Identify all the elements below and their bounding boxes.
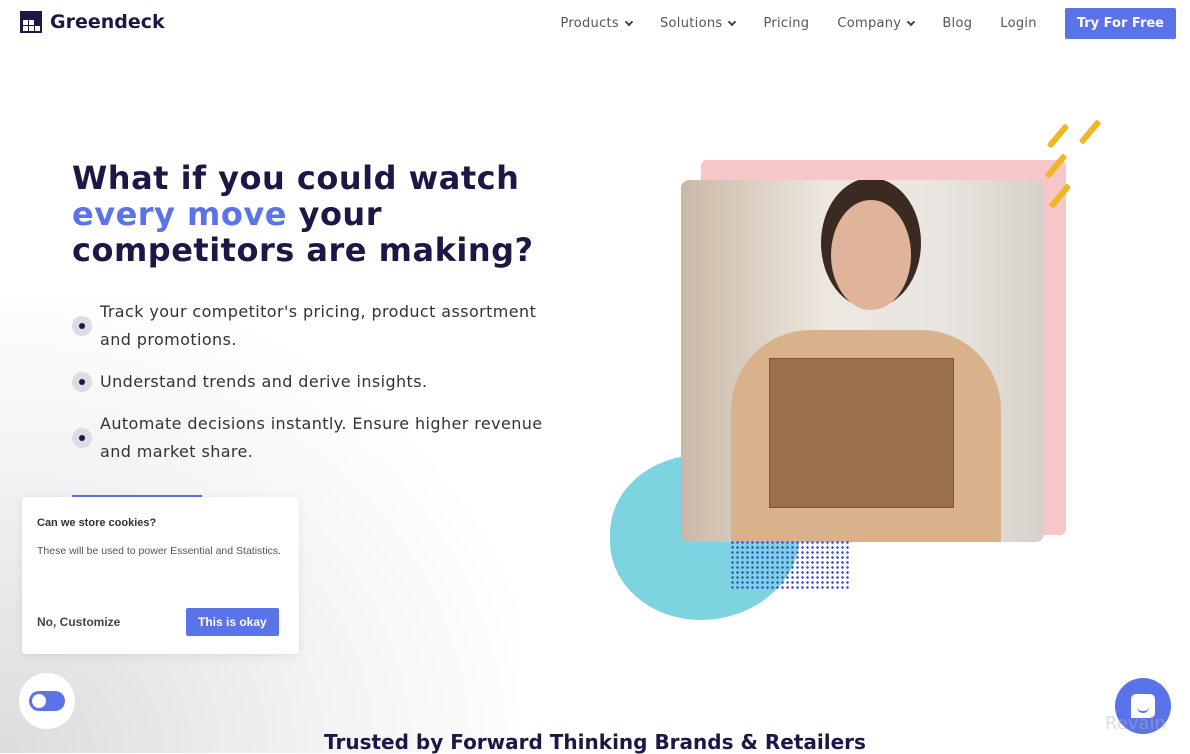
bullet-icon (72, 372, 92, 392)
hero-image (681, 180, 1044, 542)
nav-pricing[interactable]: Pricing (763, 16, 809, 31)
chevron-down-icon (907, 17, 916, 26)
bullet-icon (72, 316, 92, 336)
logo-icon (20, 11, 42, 33)
trusted-heading: Trusted by Forward Thinking Brands & Ret… (324, 730, 866, 754)
hero-title: What if you could watch every move your c… (72, 160, 592, 268)
nav-label: Company (837, 16, 902, 31)
cookie-banner: Can we store cookies? These will be used… (22, 497, 299, 654)
bullet-icon (72, 428, 92, 448)
customize-button[interactable]: No, Customize (37, 615, 120, 629)
list-item: Automate decisions instantly. Ensure hig… (72, 410, 572, 466)
nav-solutions[interactable]: Solutions (660, 16, 737, 31)
bullet-text: Understand trends and derive insights. (100, 372, 428, 391)
brand-name: Greendeck (50, 11, 165, 33)
logo[interactable]: Greendeck (20, 11, 165, 33)
title-part: What if you could watch (72, 159, 520, 197)
nav-label: Blog (942, 16, 973, 31)
top-nav: Greendeck Products Solutions Pricing Com… (0, 0, 1190, 46)
nav-label: Solutions (660, 16, 723, 31)
bullet-text: Track your competitor's pricing, product… (100, 302, 537, 349)
nav-blog[interactable]: Blog (942, 16, 972, 31)
cookie-toggle-button[interactable] (19, 673, 75, 729)
nav-menu: Products Solutions Pricing Company Blog … (560, 8, 1176, 39)
title-highlight: every move (72, 195, 287, 233)
nav-login[interactable]: Login (1000, 16, 1037, 31)
nav-label: Pricing (763, 16, 810, 31)
feature-list: Track your competitor's pricing, product… (72, 298, 572, 480)
nav-label: Products (560, 16, 619, 31)
bullet-text: Automate decisions instantly. Ensure hig… (100, 414, 543, 461)
try-for-free-button[interactable]: Try For Free (1064, 8, 1176, 39)
decor-stripes (1044, 118, 1105, 218)
chevron-down-icon (624, 17, 634, 26)
decor-dots (730, 540, 850, 590)
toggle-icon (29, 691, 65, 711)
cookie-title: Can we store cookies? (37, 517, 157, 529)
list-item: Track your competitor's pricing, product… (72, 298, 572, 354)
cookie-body: These will be used to power Essential an… (37, 545, 281, 557)
nav-company[interactable]: Company (837, 16, 916, 31)
chevron-down-icon (728, 17, 737, 26)
list-item: Understand trends and derive insights. (72, 368, 572, 396)
accept-cookies-button[interactable]: This is okay (186, 608, 279, 636)
nav-products[interactable]: Products (560, 16, 634, 31)
nav-label: Login (1000, 16, 1037, 31)
